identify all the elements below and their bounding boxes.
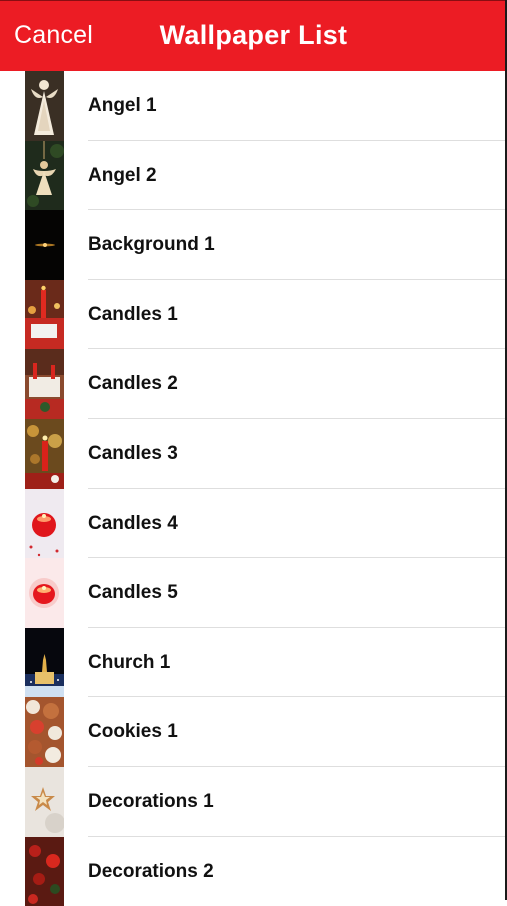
candles-room-thumbnail	[25, 349, 64, 419]
red-berries-thumbnail	[25, 836, 64, 906]
list-item-label: Church 1	[88, 651, 171, 673]
red-candle-bokeh-thumbnail	[25, 418, 64, 489]
list-item[interactable]: Angel 2	[0, 140, 507, 211]
list-item[interactable]: Angel 1	[0, 71, 507, 141]
page-title: Wallpaper List	[159, 20, 348, 50]
list-item[interactable]: Candles 1	[0, 279, 507, 350]
red-candles-table-thumbnail	[25, 279, 64, 350]
gingerbread-cookies-thumbnail	[25, 697, 64, 767]
list-item-label: Candles 2	[88, 373, 178, 395]
list-item[interactable]: Decorations 2	[0, 836, 507, 906]
list-item-label: Candles 3	[88, 442, 178, 464]
angel-ornament-thumbnail	[25, 140, 64, 211]
list-item-label: Angel 1	[88, 95, 157, 116]
list-item[interactable]: Decorations 1	[0, 766, 507, 837]
list-item[interactable]: Candles 3	[0, 418, 507, 489]
list-item[interactable]: Cookies 1	[0, 697, 507, 767]
star-ornament-thumbnail	[25, 766, 64, 837]
list-item-label: Background 1	[88, 234, 215, 256]
list-item-label: Candles 4	[88, 512, 178, 534]
church-night-thumbnail	[25, 627, 64, 698]
list-item-label: Decorations 1	[88, 790, 214, 812]
red-glass-candle-thumbnail	[25, 488, 64, 559]
list-item[interactable]: Candles 2	[0, 349, 507, 419]
wallpaper-list: Angel 1 Angel 2 Background 1 Candles 1 C…	[0, 71, 507, 906]
nav-bar: Cancel Wallpaper List	[0, 0, 507, 71]
list-item-label: Angel 2	[88, 164, 157, 186]
list-item[interactable]: Candles 5	[0, 558, 507, 628]
list-item-label: Decorations 2	[88, 860, 214, 882]
red-candle-glow-thumbnail	[25, 558, 64, 628]
list-item[interactable]: Background 1	[0, 210, 507, 280]
list-item[interactable]: Candles 4	[0, 488, 507, 559]
angel-figurine-thumbnail	[25, 71, 64, 141]
list-item[interactable]: Church 1	[0, 627, 507, 698]
list-item-label: Candles 5	[88, 582, 178, 604]
list-item-label: Candles 1	[88, 303, 178, 325]
dark-sparkle-thumbnail	[25, 210, 64, 280]
list-item-label: Cookies 1	[88, 721, 178, 743]
